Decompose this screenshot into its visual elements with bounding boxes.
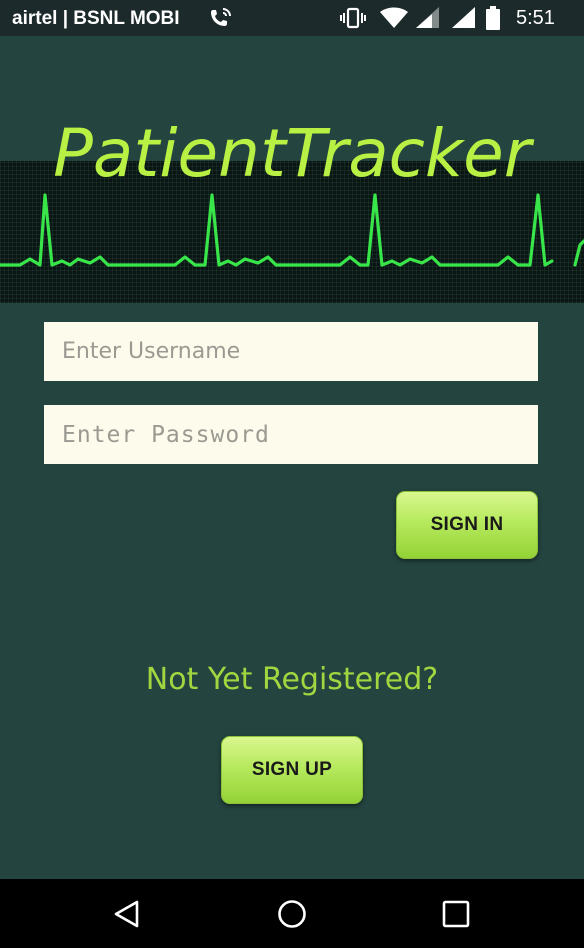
signal-icon [452, 7, 476, 33]
username-input[interactable] [44, 322, 538, 381]
status-icons: 5:51 [340, 6, 572, 30]
wifi-icon [380, 7, 408, 33]
password-input[interactable] [44, 405, 538, 464]
clock: 5:51 [516, 7, 555, 29]
app-title: PatientTracker [53, 115, 531, 192]
sign-up-button[interactable]: SIGN UP [221, 736, 363, 804]
carrier-name: airtel | BSNL MOBI [12, 8, 180, 29]
status-bar: airtel | BSNL MOBI 5:51 [0, 0, 584, 36]
login-screen: PatientTracker SIGN IN Not Yet Registere… [0, 36, 584, 879]
sign-in-button[interactable]: SIGN IN [396, 491, 538, 559]
recents-icon[interactable] [441, 899, 471, 929]
navigation-bar [0, 879, 584, 948]
vibrate-icon [340, 7, 366, 33]
battery-icon [486, 6, 500, 34]
not-registered-prompt: Not Yet Registered? [145, 662, 439, 697]
wifi-calling-icon [208, 7, 234, 33]
back-icon[interactable] [112, 899, 142, 929]
signal-icon [416, 7, 440, 33]
home-icon[interactable] [276, 898, 308, 930]
